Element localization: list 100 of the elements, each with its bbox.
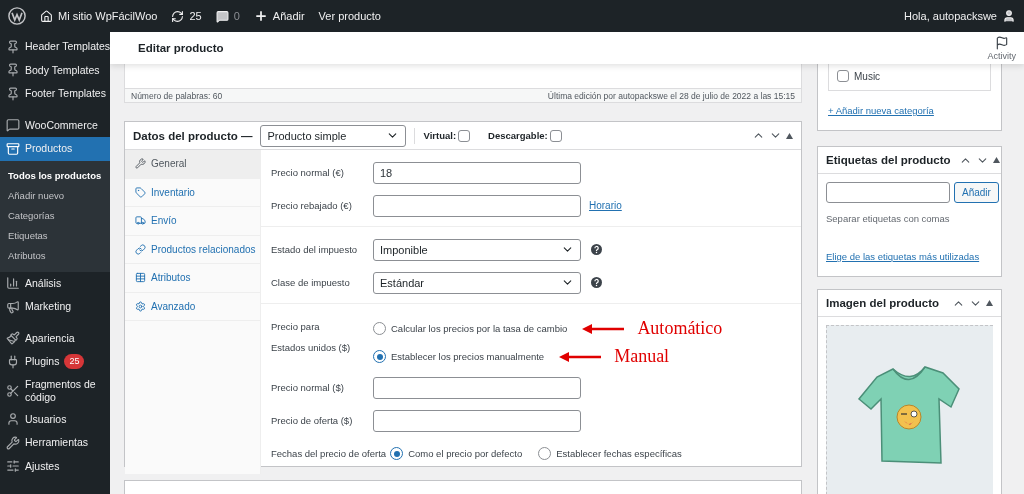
panel-title: Etiquetas del producto — [826, 154, 951, 166]
schedule-link[interactable]: Horario — [589, 200, 622, 211]
option-label: Calcular los precios por la tasa de cambio — [391, 323, 568, 334]
menu-label: Productos — [25, 142, 73, 156]
flag-icon — [994, 35, 1009, 50]
field-label: Estado del impuesto — [271, 243, 359, 256]
menu-item[interactable]: Body Templates — [0, 58, 110, 82]
tab[interactable]: Envío — [125, 207, 260, 236]
popular-tags-link[interactable]: Elige de las etiquetas más utilizadas — [826, 251, 980, 262]
submenu-item[interactable]: Atributos — [0, 245, 110, 266]
menu-item[interactable]: Fragmentos de código — [0, 373, 110, 408]
updates-link[interactable]: 25 — [171, 9, 202, 23]
menu-item[interactable]: Ajustes — [0, 454, 110, 478]
menu-item[interactable]: Apariencia — [0, 326, 110, 350]
menu-label: Fragmentos de código — [25, 377, 97, 404]
input-field[interactable] — [373, 194, 581, 217]
plug-icon — [6, 354, 20, 369]
refresh-icon — [171, 9, 185, 23]
input-field[interactable] — [373, 409, 581, 432]
menu-item[interactable]: Header Templates — [0, 35, 110, 59]
tab[interactable]: Avanzado — [125, 292, 260, 321]
checkbox-label[interactable]: Virtual: — [423, 129, 471, 142]
arrow-annotation — [582, 323, 625, 334]
site-link[interactable]: Mi sitio WpFácilWoo — [40, 9, 158, 23]
bar-chart-icon — [6, 276, 20, 291]
scissors-icon — [6, 383, 20, 398]
input-field[interactable]: 18 — [373, 161, 581, 184]
radio-button[interactable] — [373, 350, 386, 363]
field-label: Precio de oferta ($) — [271, 414, 354, 427]
input-field[interactable] — [373, 376, 581, 399]
collapse-triangle-icon[interactable] — [986, 300, 993, 306]
radio-button[interactable] — [373, 322, 386, 335]
help-icon[interactable] — [591, 277, 602, 288]
wordpress-logo[interactable] — [8, 7, 26, 25]
user-icon — [6, 412, 20, 427]
menu-label: Marketing — [25, 300, 72, 314]
activity-button[interactable]: Activity — [983, 33, 1020, 63]
new-link[interactable]: Añadir — [253, 9, 305, 23]
tab[interactable]: Atributos — [125, 264, 260, 293]
view-product-link[interactable]: Ver producto — [318, 10, 381, 22]
count-badge: 25 — [64, 354, 85, 370]
hint-text: Separar etiquetas con comas — [826, 213, 951, 224]
menu-item[interactable]: Productos — [0, 137, 110, 161]
menu-item[interactable]: Marketing — [0, 295, 110, 319]
menu-item[interactable]: Análisis — [0, 271, 110, 295]
tab[interactable]: General — [125, 150, 260, 179]
menu-item[interactable]: Plugins 25 — [0, 350, 110, 374]
collapse-triangle-icon[interactable] — [786, 132, 793, 139]
product-type-select[interactable]: Producto simple — [260, 124, 407, 147]
panel-title: Imagen del producto — [826, 297, 941, 309]
comment-icon — [215, 9, 229, 23]
menu-item[interactable]: Footer Templates — [0, 82, 110, 106]
account-link[interactable]: Hola, autopackswe — [904, 9, 1016, 23]
plus-icon — [253, 9, 268, 23]
tab[interactable]: Productos relacionados — [125, 235, 260, 264]
field-label: Precio rebajado (€) — [271, 199, 353, 212]
pin-icon — [6, 86, 20, 101]
field-label: Precio normal ($) — [271, 381, 345, 394]
menu-item[interactable]: Herramientas — [0, 431, 110, 455]
table-icon — [135, 272, 146, 284]
settings-icon — [135, 300, 146, 312]
archive-box-icon — [6, 141, 20, 156]
radio-button[interactable] — [390, 447, 404, 460]
checkbox[interactable] — [837, 70, 849, 82]
field-label: Precio normal (€) — [271, 166, 345, 179]
menu-label: Ajustes — [25, 459, 60, 473]
menu-label: Header Templates — [25, 40, 110, 54]
option-label: Establecer los precios manualmente — [391, 351, 545, 362]
submenu-item[interactable]: Etiquetas — [0, 225, 110, 246]
menu-item[interactable]: Usuarios — [0, 407, 110, 431]
wrench-icon — [135, 158, 146, 170]
annotation-text: Automático — [637, 318, 723, 339]
arrow-annotation — [559, 351, 602, 362]
page-title: Editar producto — [138, 42, 225, 54]
category-label: Music — [854, 70, 881, 82]
menu-label: Apariencia — [25, 331, 75, 345]
checkbox[interactable] — [458, 129, 471, 142]
submenu-item[interactable]: Añadir nuevo — [0, 185, 110, 206]
tab[interactable]: Inventario — [125, 178, 260, 207]
select-field[interactable]: Estándar — [373, 271, 581, 294]
tag-input[interactable] — [826, 182, 950, 203]
checkbox[interactable] — [549, 129, 562, 142]
radio-button[interactable] — [538, 447, 552, 460]
add-category-link[interactable]: + Añadir nueva categoría — [828, 105, 934, 116]
add-tag-button[interactable]: Añadir — [954, 182, 999, 203]
menu-item[interactable]: WooCommerce — [0, 113, 110, 137]
word-count: Número de palabras: 60 — [131, 90, 223, 101]
comments-link[interactable]: 0 — [215, 9, 240, 23]
checkbox-label[interactable]: Descargable: — [488, 129, 562, 142]
menu-label: WooCommerce — [25, 118, 98, 132]
submenu-item[interactable]: Todos los productos — [0, 165, 110, 186]
help-icon[interactable] — [591, 244, 602, 255]
select-field[interactable]: Imponible — [373, 238, 581, 261]
house-icon — [40, 9, 53, 23]
menu-label: Plugins — [25, 355, 60, 369]
collapse-triangle-icon[interactable] — [992, 157, 1000, 163]
menu-label: Análisis — [25, 276, 62, 290]
submenu-item[interactable]: Categorías — [0, 205, 110, 226]
pin-icon — [6, 63, 20, 78]
field-label: Clase de impuesto — [271, 276, 351, 289]
